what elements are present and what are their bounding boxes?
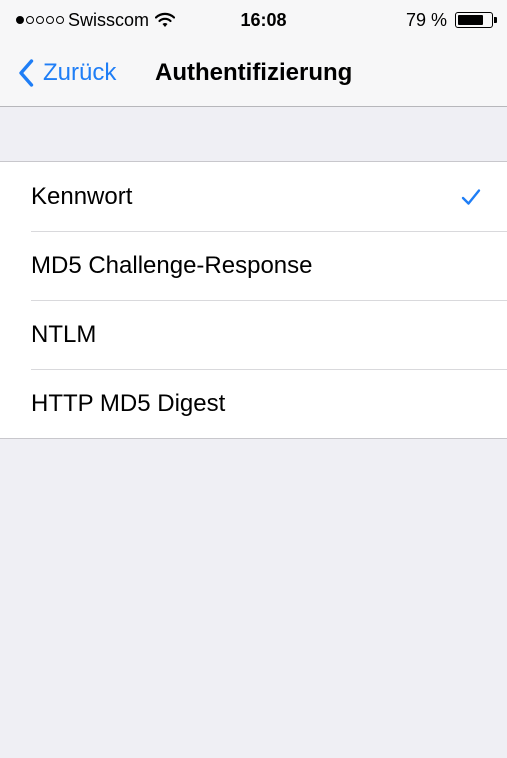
status-bar: Swisscom 16:08 79 %: [0, 0, 507, 40]
battery-group: 79 %: [406, 10, 497, 30]
option-label: Kennwort: [31, 182, 133, 210]
back-button[interactable]: Zurück: [18, 58, 116, 88]
option-label: NTLM: [31, 320, 97, 348]
battery-tip: [494, 17, 497, 23]
option-row-http-md5-digest[interactable]: HTTP MD5 Digest: [0, 369, 507, 438]
checkmark-icon: [461, 188, 481, 205]
option-label: HTTP MD5 Digest: [31, 389, 226, 417]
battery-icon: [455, 12, 493, 28]
option-row-kennwort[interactable]: Kennwort: [0, 162, 507, 231]
navigation-bar: Zurück Authentifizierung: [0, 40, 507, 106]
battery-level: [458, 15, 484, 25]
page-title: Authentifizierung: [155, 59, 353, 86]
top-bar: Swisscom 16:08 79 % Zurück Authentifizie…: [0, 0, 507, 107]
authentication-options-list: Kennwort MD5 Challenge-Response NTLM HTT…: [0, 161, 507, 439]
battery-percentage: 79 %: [405, 10, 447, 30]
back-label: Zurück: [43, 59, 117, 86]
option-row-ntlm[interactable]: NTLM: [0, 300, 507, 369]
option-row-md5-challenge-response[interactable]: MD5 Challenge-Response: [0, 231, 507, 300]
chevron-left-icon: [19, 59, 34, 87]
option-label: MD5 Challenge-Response: [31, 251, 313, 279]
